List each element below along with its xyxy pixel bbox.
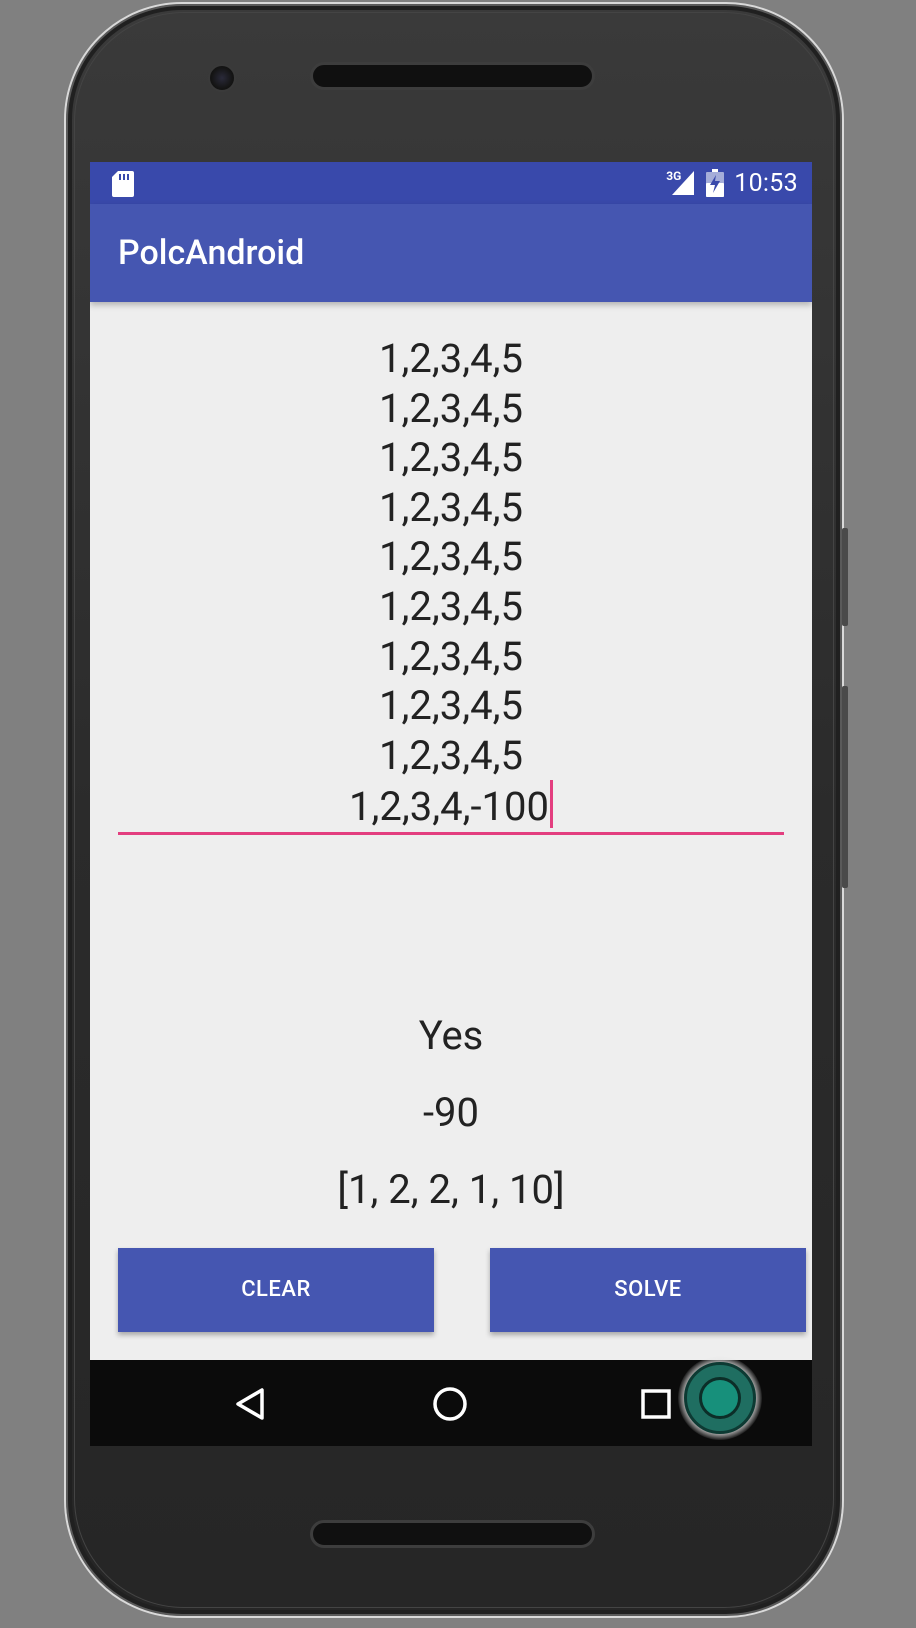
status-clock: 10:53 — [734, 168, 798, 198]
earpiece-speaker — [310, 62, 595, 90]
result-sequence: [1, 2, 2, 1, 10] — [337, 1166, 565, 1213]
volume-button — [842, 528, 848, 626]
solve-button[interactable]: SOLVE — [490, 1248, 806, 1332]
input-line: 1,2,3,4,5 — [379, 632, 523, 680]
input-line: 1,2,3,4,5 — [379, 682, 523, 730]
text-cursor — [549, 780, 553, 829]
input-line: 1,2,3,4,5 — [379, 335, 523, 382]
front-camera — [208, 64, 236, 92]
power-button — [842, 686, 848, 888]
input-line: 1,2,3,4,5 — [379, 483, 523, 531]
status-bar: 3G 10:53 — [90, 162, 812, 204]
input-line-last: 1,2,3,4,-100 — [118, 780, 784, 832]
input-line: 1,2,3,4,5 — [379, 384, 523, 432]
bottom-speaker — [310, 1520, 595, 1548]
input-underline — [118, 832, 784, 835]
recent-apps-square-icon[interactable] — [638, 1386, 674, 1422]
floating-record-core — [699, 1377, 741, 1419]
home-circle-icon[interactable] — [430, 1384, 470, 1424]
result-value: -90 — [422, 1089, 479, 1136]
result-answer: Yes — [418, 1012, 484, 1059]
numbers-input-field[interactable]: 1,2,3,4,5 1,2,3,4,5 1,2,3,4,5 1,2,3,4,5 … — [118, 334, 784, 832]
input-line: 1,2,3,4,5 — [379, 434, 523, 482]
clear-button[interactable]: CLEAR — [118, 1248, 434, 1332]
input-line: 1,2,3,4,5 — [379, 731, 523, 779]
status-icons: 3G 10:53 — [666, 162, 798, 204]
input-line-text: 1,2,3,4,-100 — [349, 783, 549, 831]
input-line: 1,2,3,4,5 — [379, 533, 523, 581]
screen: 3G 10:53 PolcAndroid 1,2,3,4,5 1,2,3,4,5… — [90, 162, 812, 1446]
back-triangle-icon[interactable] — [230, 1384, 270, 1424]
floating-record-icon[interactable] — [678, 1356, 762, 1440]
signal-3g-icon: 3G — [666, 169, 696, 197]
app-bar: PolcAndroid — [90, 204, 812, 302]
input-line: 1,2,3,4,5 — [379, 582, 523, 630]
app-title: PolcAndroid — [118, 233, 305, 273]
sd-card-icon — [112, 171, 134, 197]
battery-charging-icon — [706, 169, 725, 197]
